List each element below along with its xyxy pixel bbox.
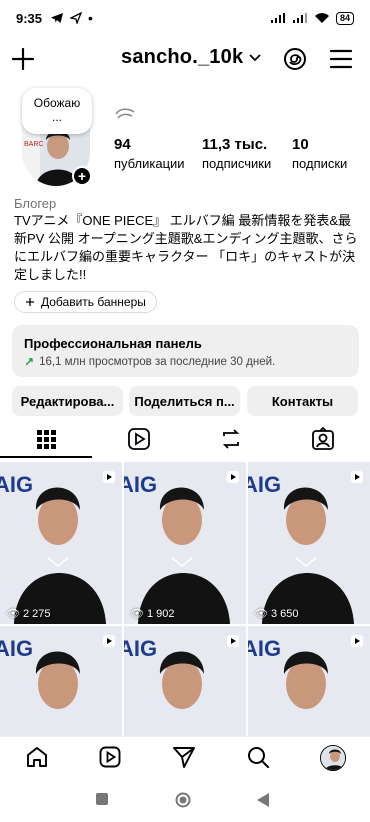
grid-post[interactable]: AIG 👁 1 902 xyxy=(124,462,246,624)
reel-icon xyxy=(103,471,115,483)
svg-text:AIG: AIG xyxy=(248,472,281,497)
search-icon[interactable] xyxy=(246,745,270,769)
eye-icon: 👁 xyxy=(130,608,144,620)
status-bar: 9:35 • 84 xyxy=(0,0,370,36)
more-dot-icon: • xyxy=(88,10,93,26)
grid-post[interactable]: AIG xyxy=(248,626,370,736)
send-icon xyxy=(70,12,83,24)
tab-reels-icon[interactable] xyxy=(126,426,152,452)
stat-following[interactable]: 10 подписки xyxy=(292,136,347,171)
chevron-down-icon xyxy=(249,53,261,61)
plus-icon xyxy=(26,298,34,306)
bottom-navigation xyxy=(0,736,370,776)
profile-header: sancho._10k xyxy=(0,40,370,80)
pro-panel-title: Профессиональная панель xyxy=(24,336,202,351)
account-switcher[interactable]: sancho._10k xyxy=(121,46,261,69)
trend-up-icon: ↗ xyxy=(24,355,35,369)
home-button-icon[interactable] xyxy=(175,792,191,808)
tab-tagged-icon[interactable] xyxy=(310,426,336,452)
system-navigation-bar xyxy=(0,780,370,822)
reel-icon xyxy=(227,471,239,483)
profile-bio: TVアニメ『ONE PIECE』 エルバフ編 最新情報を発表&最新PV 公開 オ… xyxy=(14,213,358,282)
stat-following-value: 10 xyxy=(292,136,309,153)
signal-2-icon xyxy=(292,13,307,23)
svg-text:AIG: AIG xyxy=(248,636,281,661)
stat-followers[interactable]: 11,3 тыс. подписчики xyxy=(202,136,271,171)
grid-post[interactable]: AIG 👁 2 275 xyxy=(0,462,122,624)
direct-messages-icon[interactable] xyxy=(172,745,196,769)
profile-category: Блогер xyxy=(14,196,57,211)
contacts-button[interactable]: Контакты xyxy=(247,386,358,416)
post-thumbnail: AIG xyxy=(248,462,370,624)
wifi-icon xyxy=(314,13,329,23)
svg-text:AIG: AIG xyxy=(124,472,157,497)
recent-apps-icon[interactable] xyxy=(95,792,109,806)
username: sancho._10k xyxy=(121,46,244,68)
post-views: 2 275 xyxy=(22,607,51,620)
back-icon[interactable] xyxy=(256,792,270,808)
grid-post[interactable]: AIG xyxy=(0,626,122,736)
eye-icon: 👁 xyxy=(254,608,268,620)
grid-post[interactable]: AIG xyxy=(124,626,246,736)
svg-text:AIG: AIG xyxy=(0,472,33,497)
reels-icon[interactable] xyxy=(98,745,122,769)
reel-icon xyxy=(103,635,115,647)
status-time: 9:35 xyxy=(16,10,43,26)
edit-profile-label: Редактирова... xyxy=(20,393,115,409)
home-icon[interactable] xyxy=(25,745,49,769)
stat-posts-label: публикации xyxy=(114,156,185,171)
battery-indicator: 84 xyxy=(335,11,354,25)
stat-posts-value: 94 xyxy=(114,136,131,153)
svg-text:BARC: BARC xyxy=(24,141,43,148)
contacts-label: Контакты xyxy=(271,393,334,409)
share-profile-label: Поделиться п... xyxy=(134,393,235,409)
telegram-icon xyxy=(51,13,64,23)
share-profile-button[interactable]: Поделиться п... xyxy=(129,386,240,416)
svg-text:AIG: AIG xyxy=(0,636,33,661)
threads-icon[interactable] xyxy=(282,46,308,72)
add-banners-label: Добавить баннеры xyxy=(41,295,146,309)
post-thumbnail: AIG xyxy=(0,462,122,624)
add-banners-button[interactable]: Добавить баннеры xyxy=(14,291,157,313)
post-views: 3 650 xyxy=(270,607,299,620)
posts-grid: AIG 👁 2 275 AIG 👁 1 902 AIG 👁 3 650 AIG … xyxy=(0,462,370,736)
active-tab-indicator xyxy=(0,456,92,458)
pro-panel-subtitle: 16,1 млн просмотров за последние 30 дней… xyxy=(39,356,276,368)
stat-posts[interactable]: 94 публикации xyxy=(114,136,185,171)
music-note-icon[interactable] xyxy=(114,106,136,122)
note-text: Обожаю ... xyxy=(33,96,81,124)
tab-grid-icon[interactable] xyxy=(33,426,59,452)
reel-icon xyxy=(227,635,239,647)
stat-followers-label: подписчики xyxy=(202,156,272,171)
grid-post[interactable]: AIG 👁 3 650 xyxy=(248,462,370,624)
edit-profile-button[interactable]: Редактирова... xyxy=(12,386,123,416)
post-thumbnail: AIG xyxy=(124,462,246,624)
post-views: 1 902 xyxy=(146,607,175,620)
note-bubble[interactable]: Обожаю ... xyxy=(22,88,92,134)
stat-followers-value: 11,3 тыс. xyxy=(202,136,268,153)
reel-icon xyxy=(351,635,363,647)
add-story-plus-icon[interactable]: + xyxy=(72,166,92,186)
signal-icon xyxy=(270,13,285,23)
menu-icon[interactable] xyxy=(328,46,354,72)
professional-dashboard[interactable]: Профессиональная панель ↗ 16,1 млн просм… xyxy=(12,325,359,377)
reel-icon xyxy=(351,471,363,483)
stat-following-label: подписки xyxy=(292,156,348,171)
tab-reposts-icon[interactable] xyxy=(218,426,244,452)
profile-tabs xyxy=(0,422,370,458)
profile-tab-avatar[interactable] xyxy=(320,745,346,771)
eye-icon: 👁 xyxy=(6,608,20,620)
create-plus-icon[interactable] xyxy=(10,46,36,72)
svg-text:AIG: AIG xyxy=(124,636,157,661)
